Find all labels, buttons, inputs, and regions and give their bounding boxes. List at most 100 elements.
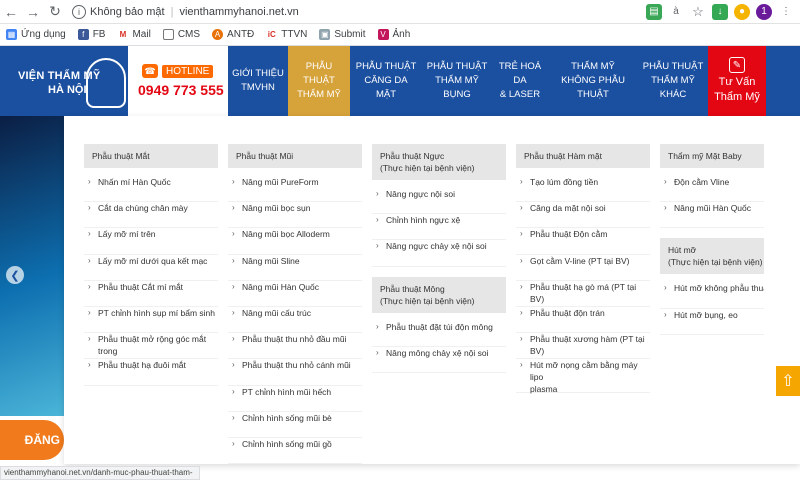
site-logo[interactable]: VIỆN THẨM MỸ HÀ NỘI	[0, 46, 128, 116]
menu-link[interactable]: › Nâng mũi Sline	[228, 255, 362, 281]
menu-link-label: Tạo lúm đồng tiền	[530, 177, 599, 187]
mega-menu-dropdown: Phẫu thuật Mắt › Nhấn mí Hàn Quốc › Cắt da …	[64, 116, 800, 465]
menu-link[interactable]: › Phẫu thuật độn trán	[516, 307, 650, 334]
chevron-right-icon: ›	[664, 309, 667, 319]
url-text: vienthammyhanoi.net.vn	[179, 5, 299, 18]
banner-background	[0, 116, 64, 416]
cta-line-1: Tư Vấn	[718, 76, 756, 88]
menu-khong-phau-thuat[interactable]: THẨM MỸ KHÔNG PHẪU THUẬT	[548, 46, 638, 116]
chrome-extension-icon[interactable]: ●	[734, 3, 750, 20]
info-icon[interactable]: i	[72, 4, 86, 19]
bookmark-label: TTVN	[281, 29, 308, 40]
bookmark-label: Submit	[334, 29, 366, 40]
menu-link[interactable]: › Căng da mặt nội soi	[516, 202, 650, 229]
more-menu-icon[interactable]: ⋮	[778, 4, 794, 20]
bookmark-apps[interactable]: ▦ Ứng dụng	[6, 29, 66, 40]
menu-phau-thuat-tham-my[interactable]: PHẪU THUẬT THẨM MỸ	[288, 46, 350, 116]
menu-cang-da-mat[interactable]: PHẪU THUẬT CĂNG DA MẶT	[350, 46, 422, 116]
menu-link[interactable]: › Nâng ngực chảy xệ nội soi	[372, 240, 506, 267]
menu-link[interactable]: › Cắt da chùng chân mày	[84, 202, 218, 229]
menu-column-nose: Phẫu thuật Mũi › Nâng mũi PureForm › Nâng m…	[228, 144, 362, 474]
bookmark-mail[interactable]: M Mail	[117, 29, 151, 40]
back-icon[interactable]: ←	[0, 1, 22, 23]
bookmark-submit[interactable]: ▣ Submit	[319, 29, 366, 40]
menu-link[interactable]: › Phẫu thuật hạ gò má (PT tại BV)	[516, 281, 650, 307]
chevron-right-icon: ›	[376, 215, 379, 225]
bookmark-anh[interactable]: V Ảnh	[377, 29, 410, 40]
menu-link-label: Phẫu thuật độn trán	[530, 307, 605, 318]
menu-link[interactable]: › Tạo lúm đồng tiền	[516, 176, 650, 203]
url-separator: |	[170, 5, 174, 18]
bookmark-fb[interactable]: f FB	[77, 29, 105, 40]
slider-prev-icon[interactable]: ❮	[6, 266, 24, 284]
main-menu: GIỚI THIỆU TMVHN PHẪU THUẬT THẨM MỸ PHẪU T…	[228, 46, 766, 116]
menu-link[interactable]: › Phẫu thuật Độn cằm	[516, 228, 650, 255]
menu-link[interactable]: › Nâng mông chảy xệ nội soi	[372, 347, 506, 373]
chevron-right-icon: ›	[520, 307, 523, 317]
address-bar[interactable]: i Không bảo mật | vienthammyhanoi.net.vn	[72, 2, 632, 22]
site-header: VIỆN THẨM MỸ HÀ NỘI ☎ HOTLINE 0949 773 5…	[0, 46, 800, 116]
menu-link[interactable]: › Chỉnh hình sống mũi gồ	[228, 438, 362, 465]
menu-link[interactable]: › Nâng mũi Hàn Quốc	[228, 281, 362, 307]
chevron-right-icon: ›	[376, 321, 379, 331]
profile-avatar-icon[interactable]: 1	[756, 3, 772, 20]
menu-tham-my-bung[interactable]: PHẪU THUẬT THẨM MỸ BỤNG	[422, 46, 492, 116]
menu-link[interactable]: › Lấy mỡ mí trên	[84, 228, 218, 255]
menu-link-label: Lấy mỡ mí dưới qua kết mạc	[98, 255, 208, 266]
menu-link[interactable]: › Nhấn mí Hàn Quốc	[84, 176, 218, 203]
download-extension-icon[interactable]: ↓	[712, 3, 728, 20]
menu-link[interactable]: › Phẫu thuật thu nhỏ cánh mũi	[228, 359, 362, 386]
menu-link[interactable]: › Lấy mỡ mí dưới qua kết mạc	[84, 255, 218, 281]
chevron-right-icon: ›	[520, 203, 523, 213]
column-heading[interactable]: Phẫu thuật Mắt	[84, 144, 218, 168]
menu-tre-hoa-da[interactable]: TRẺ HOÁ DA & LASER	[492, 46, 548, 116]
menu-link[interactable]: › Phẫu thuật đặt túi độn mông	[372, 321, 506, 347]
chevron-right-icon: ›	[232, 334, 235, 344]
star-icon[interactable]: ☆	[690, 4, 706, 20]
menu-gioi-thieu[interactable]: GIỚI THIỆU TMVHN	[228, 46, 288, 116]
chevron-right-icon: ›	[88, 229, 91, 239]
ttvn-icon: iC	[267, 30, 276, 39]
menu-link-label: Nâng ngực chảy xệ nội soi	[386, 241, 487, 252]
column-heading[interactable]: Phẫu thuật Hàm mặt	[516, 144, 650, 168]
menu-link[interactable]: › PT chỉnh hình sụp mí bẩm sinh	[84, 307, 218, 334]
image-icon: V	[377, 29, 389, 40]
menu-link[interactable]: › Nâng mũi PureForm	[228, 176, 362, 203]
menu-link[interactable]: › Phẫu thuật xương hàm (PT tại BV)	[516, 333, 650, 360]
menu-link[interactable]: › Gọt cằm V-line (PT tại BV)	[516, 255, 650, 281]
menu-link[interactable]: › Hút mỡ nọng cằm bằng máy lipo plasma	[516, 359, 650, 394]
menu-link-label: Phẫu thuật đặt túi độn mông	[386, 321, 493, 332]
bookmark-ttvn[interactable]: iC TTVN	[266, 29, 308, 40]
menu-link[interactable]: › Nâng mũi bọc Alloderm	[228, 228, 362, 255]
hotline-box[interactable]: ☎ HOTLINE 0949 773 555	[128, 46, 228, 116]
bookmark-cms[interactable]: CMS	[162, 29, 200, 40]
chevron-right-icon: ›	[520, 334, 523, 344]
menu-link[interactable]: › Phẫu thuật hạ đuôi mắt	[84, 359, 218, 386]
register-button[interactable]: ĐĂNG	[0, 420, 64, 460]
menu-link[interactable]: › Phẫu thuật mở rộng góc mắt trong	[84, 333, 218, 360]
chevron-right-icon: ›	[376, 241, 379, 251]
chevron-right-icon: ›	[88, 203, 91, 213]
column-heading[interactable]: Phẫu thuật Ngực (Thực hiện tại bệnh viện)	[372, 144, 506, 180]
menu-link[interactable]: › Nâng mũi cấu trúc	[228, 307, 362, 334]
translate-icon[interactable]: à	[668, 4, 684, 20]
menu-tham-my-khac[interactable]: PHẪU THUẬT THẨM MỸ KHÁC	[638, 46, 708, 116]
menu-link[interactable]: › PT chỉnh hình mũi hếch	[228, 386, 362, 412]
menu-link[interactable]: › Nâng ngực nội soi	[372, 188, 506, 215]
menu-link[interactable]: › Phẫu thuật Cắt mí mắt	[84, 281, 218, 307]
column-subheading[interactable]: Phẫu thuật Mông (Thực hiện tại bệnh viện)	[372, 276, 506, 313]
bookmark-antd[interactable]: A ANTĐ	[212, 29, 254, 40]
menu-link[interactable]: › Chỉnh hình ngực xệ	[372, 214, 506, 241]
forward-icon[interactable]: →	[22, 1, 44, 23]
consult-button[interactable]: ✎ Tư Vấn Thẩm Mỹ	[708, 46, 766, 116]
menu-link[interactable]: › Phẫu thuật thu nhỏ đầu mũi	[228, 333, 362, 360]
scroll-to-top-icon[interactable]: ⇧	[776, 366, 800, 396]
bookmark-label: Ứng dụng	[21, 29, 66, 40]
menu-link-label: Nâng mũi bọc sụn	[242, 203, 311, 214]
menu-link[interactable]: › Chỉnh hình sống mũi bè	[228, 412, 362, 438]
menu-link[interactable]: › Nâng mũi bọc sụn	[228, 202, 362, 229]
reload-icon[interactable]: ↻	[44, 1, 66, 23]
column-heading[interactable]: Phẫu thuật Mũi	[228, 144, 362, 168]
cart-extension-icon[interactable]: ▤	[646, 3, 662, 20]
menu-link-label: Nâng mông chảy xệ nội soi	[386, 347, 489, 358]
